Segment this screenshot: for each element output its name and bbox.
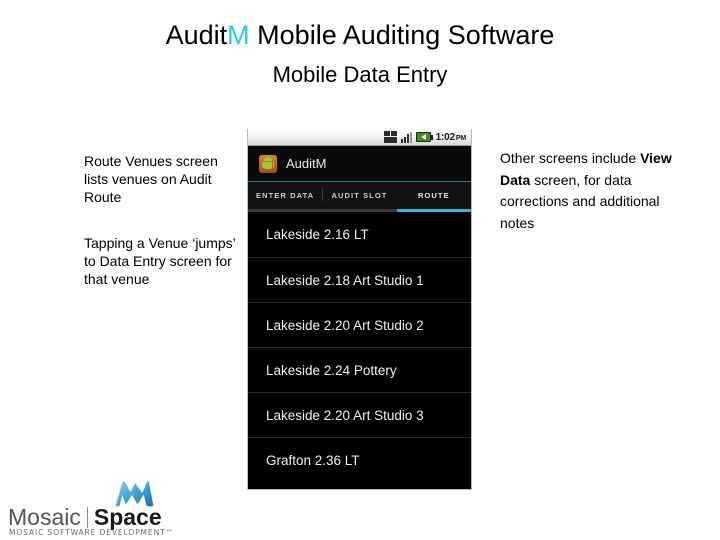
note-tapping-venue: Tapping a Venue ‘jumps’ to Data Entry sc… [84, 235, 236, 287]
note-other-screens: Other screens include View Data screen, … [500, 148, 680, 234]
clock-meridiem: PM [455, 134, 466, 142]
tab-bar: ENTER DATA AUDIT SLOT ROUTE [248, 182, 471, 212]
usb-debug-icon [383, 131, 398, 143]
title-prefix: Audit [165, 20, 228, 50]
app-title-bar: AuditM [248, 146, 471, 182]
note-lead-text: Other screens include [500, 150, 641, 166]
tab-route[interactable]: ROUTE [396, 182, 471, 212]
tab-enter-data[interactable]: ENTER DATA [248, 182, 323, 212]
android-robot-glyph [262, 156, 274, 171]
list-item[interactable]: Lakeside 2.18 Art Studio 1 [248, 257, 471, 302]
right-notes-column: Other screens include View Data screen, … [500, 148, 680, 234]
list-item[interactable]: Lakeside 2.20 Art Studio 2 [248, 302, 471, 347]
logo-word-mosaic: Mosaic [8, 504, 81, 530]
battery-charging-icon [415, 132, 433, 142]
note-route-venues: Route Venues screen lists venues on Audi… [84, 153, 218, 205]
signal-bars-icon [400, 131, 413, 143]
tab-audit-slot[interactable]: AUDIT SLOT [322, 182, 397, 212]
clock-time: 1:02 [435, 131, 455, 143]
logo-wordmark: Mosaic Space [8, 504, 162, 531]
list-item[interactable]: Lakeside 2.20 Art Studio 3 [248, 392, 471, 437]
left-notes-column: Route Venues screen lists venues on Audi… [84, 152, 244, 288]
app-title-label: AuditM [286, 156, 327, 171]
mosaic-space-logo: Mosaic Space MOSAIC SOFTWARE DEVELOPMENT… [6, 478, 173, 537]
list-item[interactable]: Lakeside 2.24 Pottery [248, 347, 471, 392]
android-status-bar: 1:02 PM [248, 129, 471, 146]
page-title: AuditM Mobile Auditing Software [0, 20, 720, 51]
venue-list: Lakeside 2.16 LT Lakeside 2.18 Art Studi… [248, 212, 471, 482]
logo-tagline: MOSAIC SOFTWARE DEVELOPMENT™ [9, 528, 174, 537]
status-bar-clock: 1:02 PM [435, 131, 467, 143]
title-suffix: Mobile Auditing Software [249, 20, 555, 50]
phone-screenshot: 1:02 PM AuditM ENTER DATA AUDIT SLOT ROU… [247, 129, 472, 490]
list-item[interactable]: Grafton 2.36 LT [248, 437, 471, 482]
list-item[interactable]: Lakeside 2.16 LT [248, 212, 471, 257]
slide-canvas: AuditM Mobile Auditing Software Mobile D… [0, 0, 720, 540]
logo-divider [86, 507, 88, 528]
logo-word-space: Space [93, 504, 162, 530]
title-accent-m: M [227, 20, 250, 50]
android-robot-icon [259, 154, 277, 173]
page-subtitle: Mobile Data Entry [272, 62, 448, 87]
